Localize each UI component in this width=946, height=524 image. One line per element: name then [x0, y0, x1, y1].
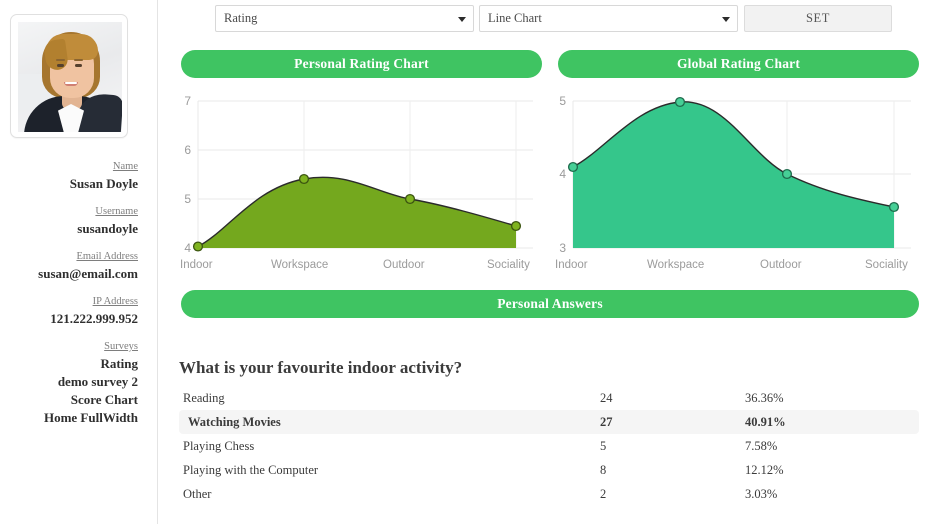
field-label-name: Name	[0, 160, 138, 174]
answer-label: Playing Chess	[183, 439, 600, 454]
y-tick-3: 3	[559, 241, 566, 255]
answer-count: 5	[600, 439, 745, 454]
x-tick-outdoor: Outdoor	[760, 259, 802, 271]
field-value-ip-address: 121.222.999.952	[0, 310, 138, 327]
set-button[interactable]: SET	[744, 5, 892, 32]
x-tick-indoor: Indoor	[180, 259, 213, 271]
answer-label: Reading	[183, 391, 600, 406]
portrait-teeth	[65, 82, 77, 84]
chart-type-select[interactable]: Line Chart	[479, 5, 738, 32]
field-label-email: Email Address	[0, 250, 138, 264]
y-tick-6: 6	[184, 143, 191, 157]
answer-count: 8	[600, 463, 745, 478]
profile-sidebar: Name Susan Doyle Username susandoyle Ema…	[0, 0, 158, 524]
answer-label: Other	[183, 487, 600, 502]
question-title: What is your favourite indoor activity?	[179, 358, 462, 378]
profile-fields: Name Susan Doyle Username susandoyle Ema…	[0, 160, 138, 440]
portrait-eyebrow-left	[56, 59, 65, 61]
sidebar-item-demo-survey-2[interactable]: demo survey 2	[0, 373, 138, 391]
answers-table: Reading 24 36.36% Watching Movies 27 40.…	[179, 386, 919, 506]
personal-answers-header[interactable]: Personal Answers	[181, 290, 919, 318]
answer-percent: 12.12%	[745, 463, 915, 478]
x-tick-workspace: Workspace	[647, 259, 704, 271]
survey-list: Rating demo survey 2 Score Chart Home Fu…	[0, 355, 138, 427]
field-surveys: Surveys Rating demo survey 2 Score Chart…	[0, 340, 138, 427]
field-label-username: Username	[0, 205, 138, 219]
y-tick-7: 7	[184, 94, 191, 108]
table-row: Playing with the Computer 8 12.12%	[179, 458, 919, 482]
survey-select[interactable]: Rating	[215, 5, 474, 32]
chart-type-select-value: Line Chart	[488, 11, 542, 26]
x-tick-indoor: Indoor	[555, 259, 588, 271]
x-tick-outdoor: Outdoor	[383, 259, 425, 271]
portrait-eye-left	[57, 64, 64, 67]
field-value-username: susandoyle	[0, 220, 138, 237]
table-row: Watching Movies 27 40.91%	[179, 410, 919, 434]
main-content: Rating Line Chart SET Personal Rating Ch…	[158, 0, 946, 524]
field-value-name: Susan Doyle	[0, 175, 138, 192]
y-tick-5: 5	[559, 94, 566, 108]
sidebar-item-rating[interactable]: Rating	[0, 355, 138, 373]
global-chart-area	[573, 102, 894, 248]
survey-select-value: Rating	[224, 11, 257, 26]
global-chart-svg: 5 4 3 Indoor Workspace Outdoor Sociality	[551, 88, 919, 274]
answer-label: Watching Movies	[188, 415, 600, 430]
answer-count: 27	[600, 415, 745, 430]
chevron-down-icon	[458, 17, 466, 22]
answer-percent: 40.91%	[745, 415, 915, 430]
page-root: Name Susan Doyle Username susandoyle Ema…	[0, 0, 946, 524]
x-tick-sociality: Sociality	[487, 259, 530, 271]
y-tick-4: 4	[559, 167, 566, 181]
global-chart-y-ticks: 5 4 3	[559, 94, 566, 255]
chart-toolbar: Rating Line Chart SET	[215, 5, 892, 32]
table-row: Playing Chess 5 7.58%	[179, 434, 919, 458]
answer-percent: 7.58%	[745, 439, 915, 454]
field-label-ip-address: IP Address	[0, 295, 138, 309]
personal-chart-x-ticks: Indoor Workspace Outdoor Sociality	[180, 259, 530, 271]
answer-count: 2	[600, 487, 745, 502]
global-chart-x-ticks: Indoor Workspace Outdoor Sociality	[555, 259, 908, 271]
portrait-eyebrow-right	[74, 59, 83, 61]
avatar	[10, 14, 128, 138]
personal-rating-chart-header[interactable]: Personal Rating Chart	[181, 50, 542, 78]
avatar-photo	[18, 22, 122, 132]
answer-percent: 36.36%	[745, 391, 915, 406]
answer-count: 24	[600, 391, 745, 406]
x-tick-workspace: Workspace	[271, 259, 328, 271]
y-tick-4: 4	[184, 241, 191, 255]
chevron-down-icon	[722, 17, 730, 22]
personal-chart-svg: 7 6 5 4 Indoor Workspace Outdoor Sociali…	[176, 88, 541, 274]
table-row: Reading 24 36.36%	[179, 386, 919, 410]
sidebar-item-score-chart[interactable]: Score Chart	[0, 391, 138, 409]
global-rating-chart: 5 4 3 Indoor Workspace Outdoor Sociality	[551, 88, 919, 274]
answer-percent: 3.03%	[745, 487, 915, 502]
x-tick-sociality: Sociality	[865, 259, 908, 271]
y-tick-5: 5	[184, 192, 191, 206]
global-rating-chart-header[interactable]: Global Rating Chart	[558, 50, 919, 78]
field-username: Username susandoyle	[0, 205, 138, 237]
field-label-surveys: Surveys	[0, 340, 138, 354]
sidebar-item-home-fullwidth[interactable]: Home FullWidth	[0, 409, 138, 427]
table-row: Other 2 3.03%	[179, 482, 919, 506]
field-name: Name Susan Doyle	[0, 160, 138, 192]
field-ip-address: IP Address 121.222.999.952	[0, 295, 138, 327]
personal-chart-y-ticks: 7 6 5 4	[184, 94, 191, 255]
field-email: Email Address susan@email.com	[0, 250, 138, 282]
answer-label: Playing with the Computer	[183, 463, 600, 478]
personal-rating-chart: 7 6 5 4 Indoor Workspace Outdoor Sociali…	[176, 88, 541, 274]
portrait-eye-right	[75, 64, 82, 67]
field-value-email: susan@email.com	[0, 265, 138, 282]
